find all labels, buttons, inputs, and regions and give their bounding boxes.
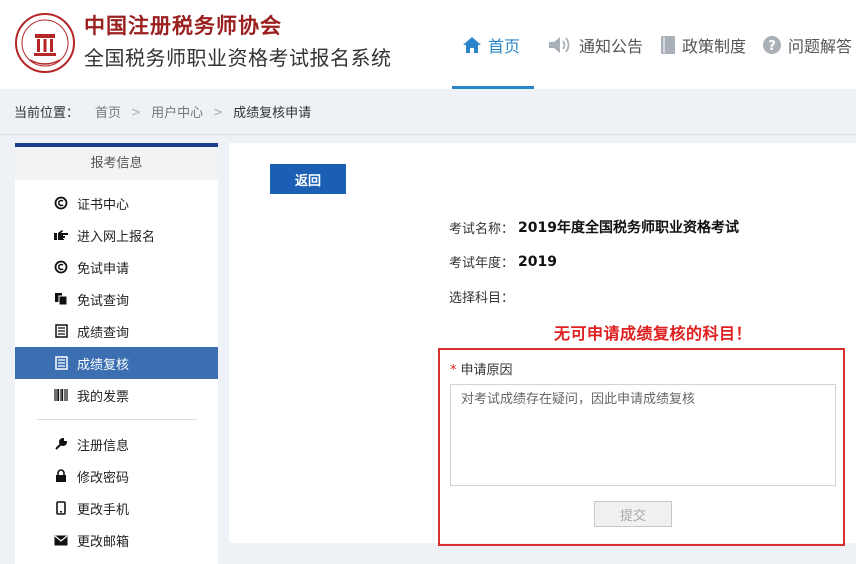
sidebar-item-registration-info[interactable]: 注册信息 (15, 428, 218, 460)
required-mark: * (450, 363, 457, 378)
speaker-icon (549, 36, 570, 53)
sidebar-item-label: 免试申请 (77, 261, 130, 277)
breadcrumb: 当前位置： 首页 > 用户中心 > 成绩复核申请 (0, 89, 856, 135)
nav-home-label: 首页 (488, 36, 521, 56)
breadcrumb-label: 当前位置： (14, 106, 80, 121)
reason-section: * 申请原因 对考试成绩存在疑问，因此申请成绩复核 提交 (438, 348, 845, 546)
sidebar-item-change-email[interactable]: 更改邮箱 (15, 524, 218, 556)
exam-year-label: 考试年度： (449, 256, 515, 271)
sidebar-item-certificate[interactable]: 证书中心 (15, 187, 218, 219)
org-name: 中国注册税务师协会 (84, 13, 282, 38)
sidebar-divider (37, 419, 197, 420)
back-button[interactable]: 返回 (270, 164, 346, 194)
sidebar-item-label: 修改密码 (77, 470, 130, 486)
sidebar-item-label: 成绩查询 (77, 325, 130, 341)
breadcrumb-separator: > (131, 104, 142, 119)
sidebar-item-label: 免试查询 (77, 293, 130, 309)
sidebar-item-label: 注册信息 (77, 438, 130, 454)
nav-faq-label: 问题解答 (788, 36, 853, 56)
association-seal-logo (15, 13, 75, 73)
list-icon (53, 323, 69, 339)
nav-notice[interactable]: 通知公告 (547, 0, 643, 89)
system-name: 全国税务师职业资格考试报名系统 (84, 46, 392, 70)
wrench-icon (53, 436, 69, 452)
home-icon (463, 36, 481, 53)
nav-policy-label: 政策制度 (682, 36, 747, 56)
nav-home[interactable]: 首页 (462, 0, 520, 89)
sidebar-item-change-phone[interactable]: 更改手机 (15, 492, 218, 524)
breadcrumb-user-center[interactable]: 用户中心 (151, 102, 203, 121)
nav-notice-label: 通知公告 (579, 36, 644, 56)
exam-year-row: 考试年度： 2019 (449, 252, 557, 272)
header: 中国注册税务师协会 全国税务师职业资格考试报名系统 首页 通知公告 政策制度 ?… (0, 0, 856, 89)
sidebar-item-label: 我的发票 (77, 389, 130, 405)
exam-name-row: 考试名称： 2019年度全国税务师职业资格考试 (449, 217, 739, 237)
sidebar-item-online-registration[interactable]: 进入网上报名 (15, 219, 218, 251)
exam-year-value: 2019 (518, 253, 557, 270)
lock-icon (53, 468, 69, 484)
mail-icon (53, 532, 69, 548)
sidebar-item-label: 证书中心 (77, 197, 130, 213)
sidebar-item-score-review[interactable]: 成绩复核 (15, 347, 218, 379)
document-icon (661, 35, 675, 54)
sidebar: 报考信息 证书中心 进入网上报名 免试申请 免试查询 成绩查询 成绩复核 我的发… (15, 143, 218, 564)
exempt-icon (53, 259, 69, 275)
exam-name-value: 2019年度全国税务师职业资格考试 (518, 220, 739, 236)
nav-faq[interactable]: ? 问题解答 (762, 0, 852, 89)
breadcrumb-home[interactable]: 首页 (95, 102, 121, 121)
submit-button[interactable]: 提交 (594, 501, 672, 527)
reason-label: * 申请原因 (450, 359, 513, 378)
reason-label-text: 申请原因 (460, 363, 513, 378)
sidebar-item-score-query[interactable]: 成绩查询 (15, 315, 218, 347)
pointing-hand-icon (53, 227, 69, 243)
sidebar-item-exemption-query[interactable]: 免试查询 (15, 283, 218, 315)
breadcrumb-current: 成绩复核申请 (233, 106, 312, 121)
sidebar-item-label: 更改手机 (77, 502, 130, 518)
sidebar-heading: 报考信息 (15, 147, 218, 180)
sidebar-item-label: 成绩复核 (77, 357, 130, 373)
files-icon (53, 291, 69, 307)
certificate-icon (53, 195, 69, 211)
list-icon (53, 355, 69, 371)
sidebar-item-change-password[interactable]: 修改密码 (15, 460, 218, 492)
breadcrumb-separator: > (213, 104, 224, 119)
phone-icon (53, 500, 69, 516)
sidebar-item-exemption-apply[interactable]: 免试申请 (15, 251, 218, 283)
question-icon: ? (763, 35, 781, 54)
subject-label: 选择科目： (449, 291, 515, 306)
exam-name-label: 考试名称： (449, 221, 515, 237)
no-subject-warning: 无可申请成绩复核的科目！ (554, 324, 753, 343)
main-panel: 返回 考试名称： 2019年度全国税务师职业资格考试 考试年度： 2019 选择… (229, 143, 856, 546)
svg-text:?: ? (768, 39, 776, 54)
subject-row: 选择科目： (449, 287, 514, 306)
nav-policy[interactable]: 政策制度 (660, 0, 746, 89)
sidebar-item-invoice[interactable]: 我的发票 (15, 379, 218, 411)
sidebar-item-label: 更改邮箱 (77, 534, 130, 550)
barcode-icon (53, 387, 69, 403)
reason-textarea[interactable]: 对考试成绩存在疑问，因此申请成绩复核 (450, 384, 836, 486)
sidebar-item-label: 进入网上报名 (77, 229, 156, 245)
